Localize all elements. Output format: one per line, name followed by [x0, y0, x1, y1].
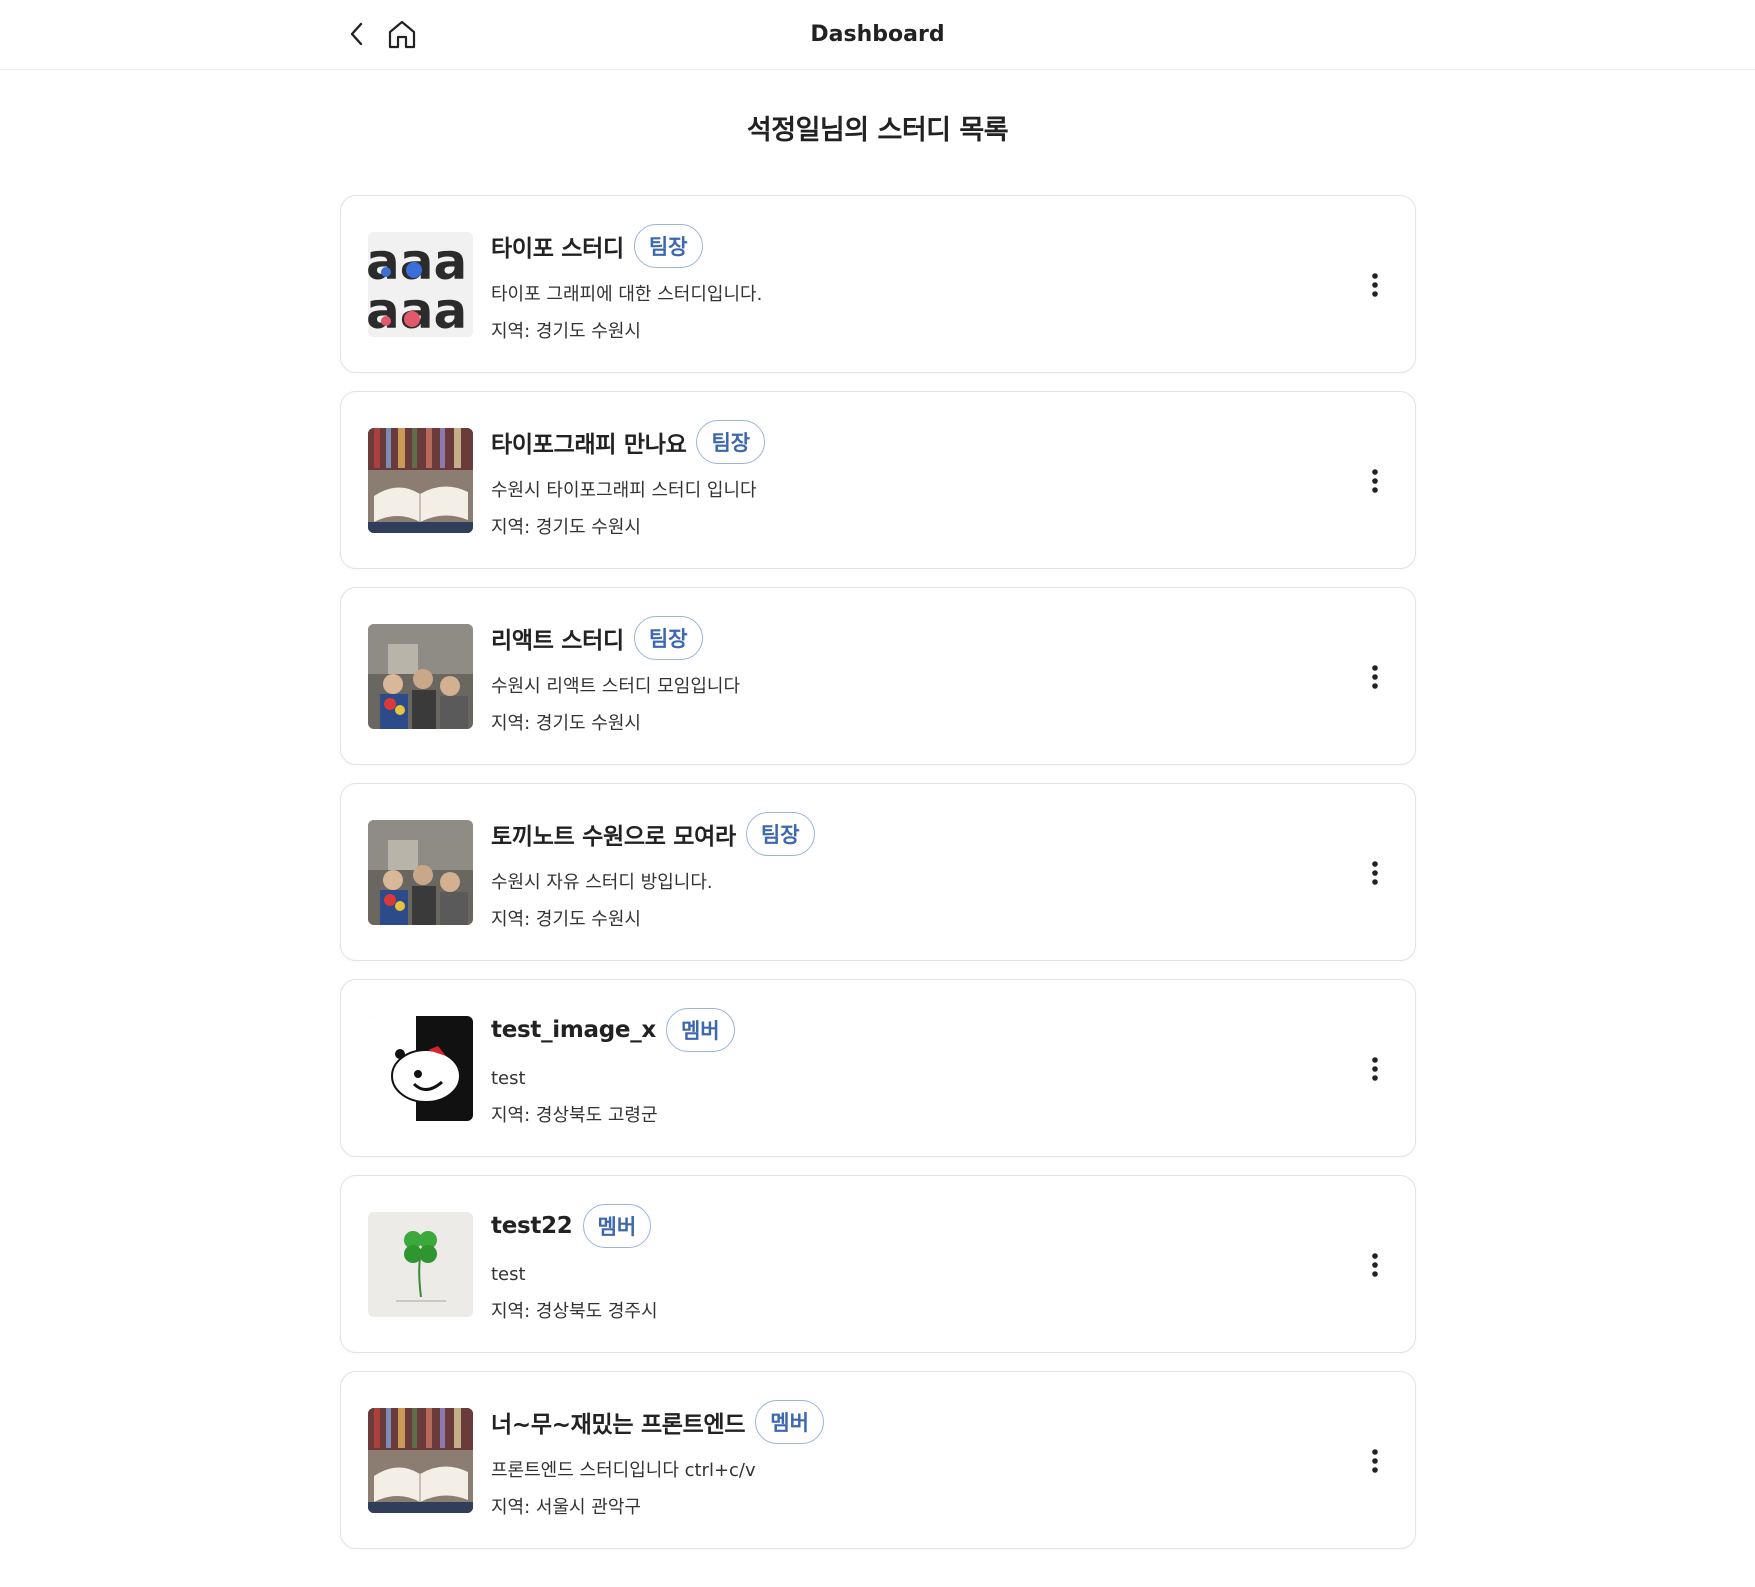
role-badge: 멤버	[582, 1204, 652, 1248]
page-title: 석정일님의 스터디 목록	[746, 115, 1009, 146]
study-region: 지역: 경상북도 고령군	[491, 1105, 658, 1126]
study-region: 지역: 경기도 수원시	[491, 909, 641, 930]
svg-text:aaa: aaa	[368, 282, 467, 337]
more-vertical-icon	[1372, 1449, 1378, 1473]
more-options-button[interactable]	[1357, 853, 1393, 893]
open-book-image	[368, 428, 473, 533]
study-title-row: 리액트 스터디 팀장	[491, 614, 1291, 662]
bear-mascot-image	[368, 1016, 473, 1121]
study-title-row: 토끼노트 수원으로 모여라 팀장	[491, 810, 1291, 858]
more-vertical-icon	[1372, 1057, 1378, 1081]
typography-letters-image: aaa aaa	[368, 232, 473, 337]
back-button[interactable]	[340, 14, 374, 54]
study-region: 지역: 경기도 수원시	[491, 321, 641, 342]
study-description: 프론트엔드 스터디입니다 ctrl+c/v	[491, 1460, 756, 1481]
role-badge: 팀장	[696, 420, 766, 464]
more-options-button[interactable]	[1357, 1245, 1393, 1285]
study-card[interactable]: test22 멤버 test 지역: 경상북도 경주시	[340, 1175, 1416, 1353]
study-region: 지역: 경기도 수원시	[491, 517, 641, 538]
study-name: 타이포그래피 만나요	[491, 432, 687, 458]
study-title-row: 너~무~재밌는 프론트엔드 멤버	[491, 1398, 1291, 1446]
more-options-button[interactable]	[1357, 1441, 1393, 1481]
study-card-body: 타이포 스터디 팀장타이포 그래피에 대한 스터디입니다. 지역: 경기도 수원시	[491, 222, 1291, 345]
study-title-row: 타이포 스터디 팀장	[491, 222, 1291, 270]
study-name: test_image_x	[491, 1017, 656, 1043]
home-icon	[388, 20, 416, 49]
more-options-button[interactable]	[1357, 265, 1393, 305]
study-name: test22	[491, 1213, 573, 1239]
clover-image	[368, 1212, 473, 1317]
more-options-button[interactable]	[1357, 1049, 1393, 1089]
study-card[interactable]: 토끼노트 수원으로 모여라 팀장수원시 자유 스터디 방입니다. 지역: 경기도 수…	[340, 783, 1416, 961]
study-description: 수원시 리액트 스터디 모임입니다	[491, 676, 741, 697]
study-description: test	[491, 1068, 526, 1089]
study-card-body: 타이포그래피 만나요 팀장수원시 타이포그래피 스터디 입니다지역: 경기도 수원…	[491, 418, 1291, 541]
study-name: 리액트 스터디	[491, 628, 624, 654]
study-title-row: test22 멤버	[491, 1202, 1291, 1250]
header-title: Dashboard	[810, 22, 945, 47]
study-card-body: 토끼노트 수원으로 모여라 팀장수원시 자유 스터디 방입니다. 지역: 경기도 수…	[491, 810, 1291, 933]
study-title-row: 타이포그래피 만나요 팀장	[491, 418, 1291, 466]
home-button[interactable]	[382, 14, 422, 54]
role-badge: 팀장	[745, 812, 815, 856]
study-card-body: test_image_x 멤버 test 지역: 경상북도 고령군	[491, 1006, 1291, 1129]
group-photo-image	[368, 624, 473, 729]
study-description: 수원시 타이포그래피 스터디 입니다	[491, 480, 757, 501]
group-photo-image	[368, 820, 473, 925]
role-badge: 멤버	[755, 1400, 824, 1444]
role-badge: 팀장	[633, 616, 703, 660]
study-card-body: 리액트 스터디 팀장수원시 리액트 스터디 모임입니다지역: 경기도 수원시	[491, 614, 1291, 737]
more-vertical-icon	[1372, 469, 1378, 493]
study-name: 타이포 스터디	[491, 236, 624, 262]
study-region: 지역: 서울시 관악구	[491, 1497, 641, 1518]
more-vertical-icon	[1372, 1253, 1378, 1277]
study-description: 수원시 자유 스터디 방입니다.	[491, 872, 713, 893]
study-card-body: test22 멤버 test 지역: 경상북도 경주시	[491, 1202, 1291, 1325]
role-badge: 멤버	[665, 1008, 735, 1052]
study-card[interactable]: aaa aaa 타이포 스터디 팀장타이포 그래피에 대한 스터디입니다. 지역: …	[340, 195, 1416, 373]
study-card[interactable]: 너~무~재밌는 프론트엔드 멤버프론트엔드 스터디입니다 ctrl+c/v 지역: …	[340, 1371, 1416, 1549]
study-card-body: 너~무~재밌는 프론트엔드 멤버프론트엔드 스터디입니다 ctrl+c/v 지역: …	[491, 1398, 1291, 1521]
study-description: test	[491, 1264, 526, 1285]
role-badge: 팀장	[633, 224, 703, 268]
open-book-image	[368, 1408, 473, 1513]
more-vertical-icon	[1372, 273, 1378, 297]
study-card[interactable]: test_image_x 멤버 test 지역: 경상북도 고령군	[340, 979, 1416, 1157]
study-name: 너~무~재밌는 프론트엔드	[491, 1412, 746, 1438]
more-options-button[interactable]	[1357, 657, 1393, 697]
more-vertical-icon	[1372, 861, 1378, 885]
more-options-button[interactable]	[1357, 461, 1393, 501]
study-title-row: test_image_x 멤버	[491, 1006, 1291, 1054]
study-card[interactable]: 타이포그래피 만나요 팀장수원시 타이포그래피 스터디 입니다지역: 경기도 수원…	[340, 391, 1416, 569]
top-navigation-bar: Dashboard	[0, 0, 1755, 70]
study-name: 토끼노트 수원으로 모여라	[491, 824, 736, 850]
study-list: aaa aaa 타이포 스터디 팀장 타이포 그래피에 대한 스터디입니다. 지역: …	[340, 195, 1416, 1567]
chevron-left-icon	[350, 22, 363, 46]
study-region: 지역: 경기도 수원시	[491, 713, 641, 734]
more-vertical-icon	[1372, 665, 1378, 689]
study-description: 타이포 그래피에 대한 스터디입니다.	[491, 284, 763, 305]
study-card[interactable]: 리액트 스터디 팀장수원시 리액트 스터디 모임입니다지역: 경기도 수원시	[340, 587, 1416, 765]
study-region: 지역: 경상북도 경주시	[491, 1301, 658, 1322]
